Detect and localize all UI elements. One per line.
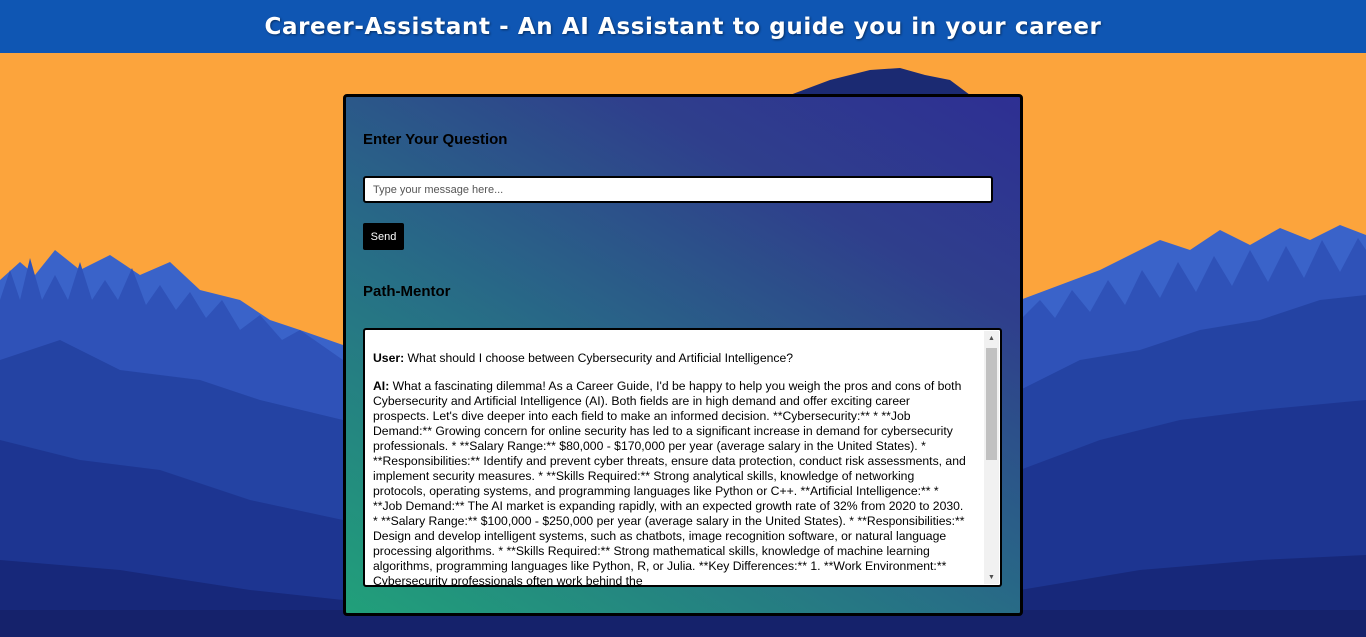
scroll-thumb[interactable] — [986, 348, 997, 460]
question-label: Enter Your Question — [363, 131, 508, 148]
mentor-label: Path-Mentor — [363, 283, 451, 300]
chat-messages: User: What should I choose between Cyber… — [373, 351, 969, 587]
speaker-label: User: — [373, 351, 405, 365]
message-text: What should I choose between Cybersecuri… — [404, 351, 794, 365]
triangle-down-icon[interactable]: ▼ — [984, 570, 999, 584]
message-text: What a fascinating dilemma! As a Career … — [373, 379, 966, 587]
chat-message-user: User: What should I choose between Cyber… — [373, 351, 969, 366]
chat-message-ai: AI: What a fascinating dilemma! As a Car… — [373, 379, 969, 587]
chat-history[interactable]: User: What should I choose between Cyber… — [363, 328, 1002, 587]
triangle-up-icon[interactable]: ▲ — [984, 331, 999, 345]
app-title: Career-Assistant - An AI Assistant to gu… — [264, 13, 1102, 40]
chat-scrollbar[interactable]: ▲ ▼ — [984, 331, 999, 584]
send-button[interactable]: Send — [363, 223, 404, 250]
chat-panel: Enter Your Question Send Path-Mentor Use… — [343, 94, 1023, 616]
speaker-label: AI: — [373, 379, 390, 393]
message-input[interactable] — [363, 176, 993, 203]
app-header: Career-Assistant - An AI Assistant to gu… — [0, 0, 1366, 53]
